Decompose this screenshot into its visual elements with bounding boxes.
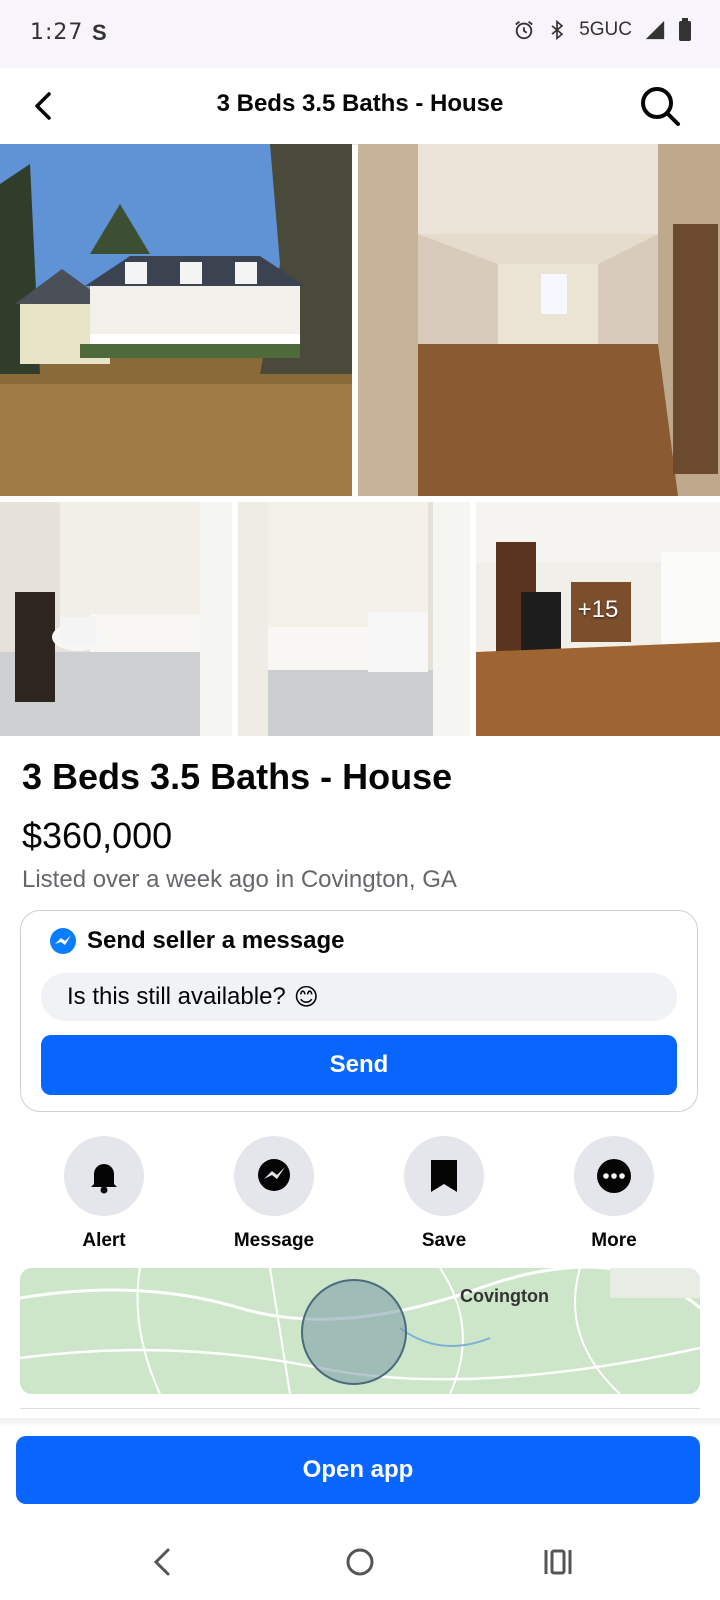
more-button[interactable]: More — [554, 1136, 674, 1252]
bell-icon — [91, 1164, 117, 1194]
action-row: Alert Message Save More — [0, 1136, 720, 1251]
nav-back-icon[interactable] — [142, 1542, 182, 1582]
status-icons: 5GUC — [513, 18, 692, 42]
nav-home-icon[interactable] — [340, 1542, 380, 1582]
save-button[interactable]: Save — [384, 1136, 504, 1252]
listing-title: 3 Beds 3.5 Baths - House — [22, 756, 453, 797]
more-photos-count: +15 — [577, 596, 619, 623]
app-notification-icon: S — [92, 20, 107, 45]
more-label: More — [591, 1230, 637, 1251]
open-app-button[interactable]: Open app — [16, 1436, 700, 1504]
nav-recents-icon[interactable] — [538, 1542, 578, 1582]
message-circle — [234, 1136, 314, 1216]
message-input[interactable]: Is this still available? 😊 — [41, 973, 677, 1021]
smile-emoji: 😊 — [293, 983, 319, 1011]
more-circle — [574, 1136, 654, 1216]
alert-button[interactable]: Alert — [44, 1136, 164, 1252]
more-dots-icon — [597, 1159, 631, 1193]
photo-bathroom-1[interactable] — [0, 502, 232, 736]
message-button[interactable]: Message — [214, 1136, 334, 1252]
search-icon[interactable] — [638, 84, 682, 128]
photo-house-exterior[interactable] — [0, 144, 352, 496]
photo-bathroom-2[interactable] — [238, 502, 470, 736]
photo-bonus-room[interactable] — [358, 144, 720, 496]
message-input-text: Is this still available? — [67, 983, 286, 1010]
message-seller-card: Send seller a message Is this still avai… — [20, 910, 698, 1112]
map-roads — [20, 1268, 700, 1394]
messenger-logo-icon — [50, 928, 76, 954]
status-bar: 1:27 S 5GUC — [0, 0, 720, 68]
divider — [20, 1408, 700, 1409]
message-card-header: Send seller a message — [49, 927, 344, 955]
alarm-icon — [515, 21, 534, 40]
save-circle — [404, 1136, 484, 1216]
send-button[interactable]: Send — [41, 1035, 677, 1095]
bluetooth-icon — [551, 19, 564, 41]
message-card-title: Send seller a message — [87, 927, 345, 954]
map-city-label: Covington — [460, 1286, 549, 1306]
bookmark-icon — [431, 1160, 457, 1192]
signal-icon — [645, 20, 665, 40]
alert-circle — [64, 1136, 144, 1216]
location-map[interactable]: Covington — [20, 1268, 700, 1394]
system-nav-bar — [0, 1524, 720, 1600]
bottom-sheet-shadow — [0, 1418, 720, 1428]
alert-label: Alert — [82, 1230, 126, 1251]
messenger-icon — [258, 1159, 290, 1191]
page-title: 3 Beds 3.5 Baths - House — [216, 90, 504, 117]
listing-meta: Listed over a week ago in Covington, GA — [22, 866, 457, 893]
battery-icon — [679, 18, 691, 41]
top-app-bar: 3 Beds 3.5 Baths - House — [0, 68, 720, 145]
listing-price: $360,000 — [22, 815, 173, 856]
network-type: 5GUC — [579, 19, 632, 40]
message-label: Message — [233, 1230, 315, 1251]
save-label: Save — [421, 1230, 467, 1251]
photo-kitchen[interactable]: +15 — [476, 502, 720, 736]
status-time: 1:27 — [30, 20, 84, 45]
